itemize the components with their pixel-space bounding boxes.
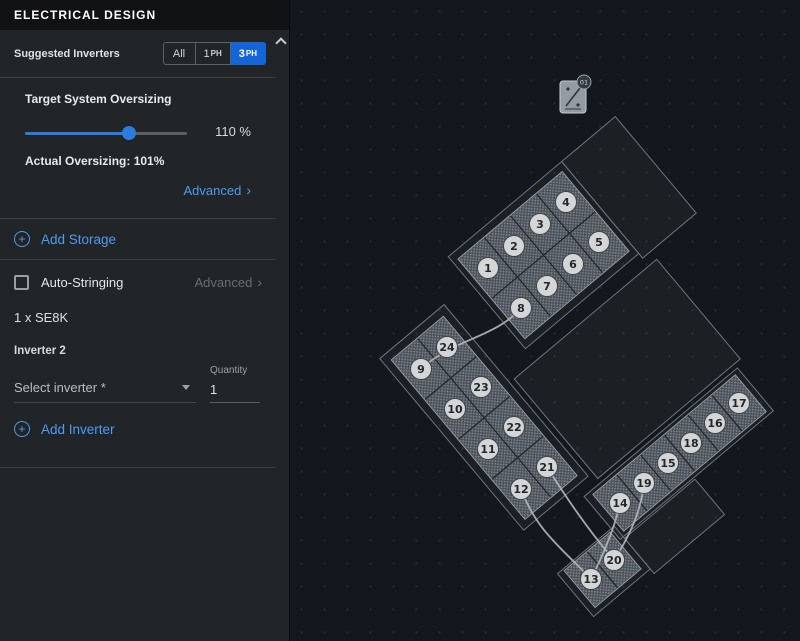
svg-text:15: 15: [660, 457, 675, 470]
panel-number-marker[interactable]: 12: [510, 478, 532, 500]
auto-stringing-checkbox[interactable]: [14, 274, 29, 290]
add-storage-button[interactable]: Add Storage: [0, 219, 276, 260]
panel-number-marker[interactable]: 17: [728, 392, 750, 414]
quantity-label: Quantity: [210, 365, 248, 376]
auto-stringing-label: Auto-Stringing: [41, 274, 124, 290]
oversizing-section: Target System Oversizing 110 % Actual Ov…: [0, 78, 276, 219]
panel-number-marker[interactable]: 24: [436, 336, 458, 358]
oversizing-slider: 110 %: [25, 122, 251, 144]
svg-text:2: 2: [510, 240, 518, 253]
svg-text:5: 5: [595, 236, 603, 249]
svg-text:23: 23: [473, 381, 488, 394]
plus-circle-icon: [14, 231, 30, 247]
inverter-icon[interactable]: 01: [559, 74, 592, 114]
slider-fill: [25, 132, 129, 135]
filter-3ph-button[interactable]: 3 PH: [230, 42, 266, 65]
panel-number-marker[interactable]: 8: [510, 297, 532, 319]
panel-number-marker[interactable]: 23: [470, 376, 492, 398]
svg-text:6: 6: [569, 258, 577, 271]
phase-filter-segmented: All 1 PH 3 PH: [162, 42, 266, 65]
panel-title: ELECTRICAL DESIGN: [14, 8, 157, 22]
add-inverter-label: Add Inverter: [41, 421, 115, 437]
svg-text:7: 7: [543, 280, 551, 293]
quantity-input[interactable]: [210, 380, 260, 403]
panel-number-marker[interactable]: 18: [680, 432, 702, 454]
inverter-badge: 01: [576, 74, 592, 90]
panel-number-marker[interactable]: 2: [503, 235, 525, 257]
electrical-design-panel: ELECTRICAL DESIGN Suggested Inverters Al…: [0, 0, 290, 641]
panel-number-marker[interactable]: 7: [536, 275, 558, 297]
select-inverter-placeholder: Select inverter *: [14, 380, 106, 395]
svg-text:19: 19: [636, 477, 651, 490]
svg-text:3: 3: [536, 218, 544, 231]
suggested-inverters-label: Suggested Inverters: [14, 47, 120, 60]
scroll-up-icon[interactable]: [275, 37, 287, 49]
svg-text:20: 20: [606, 554, 622, 567]
panel-number-marker[interactable]: 9: [410, 358, 432, 380]
panel-number-marker[interactable]: 3: [529, 213, 551, 235]
plus-circle-icon: [14, 421, 30, 437]
oversizing-value: 110 %: [215, 124, 251, 139]
suggested-inverters-row: Suggested Inverters All 1 PH 3 PH: [0, 30, 276, 78]
panel-number-marker[interactable]: 11: [477, 438, 499, 460]
target-oversizing-label: Target System Oversizing: [25, 92, 172, 106]
stringing-section: Auto-Stringing Advanced 1 x SE8K Inverte…: [0, 260, 276, 468]
svg-text:9: 9: [417, 363, 425, 376]
svg-text:21: 21: [539, 461, 554, 474]
svg-text:11: 11: [480, 443, 495, 456]
add-storage-label: Add Storage: [41, 231, 117, 247]
svg-text:24: 24: [439, 341, 455, 354]
panel-number-marker[interactable]: 6: [562, 253, 584, 275]
electrical-design-app: ELECTRICAL DESIGN Suggested Inverters Al…: [0, 0, 800, 641]
actual-oversizing-label: Actual Oversizing: 101%: [25, 154, 165, 168]
dropdown-caret-icon: [182, 385, 190, 390]
svg-text:10: 10: [447, 403, 463, 416]
panel-number-marker[interactable]: 14: [609, 492, 631, 514]
panel-number-marker[interactable]: 21: [536, 456, 558, 478]
oversizing-advanced-link[interactable]: Advanced: [184, 183, 252, 198]
panel-number-marker[interactable]: 4: [555, 191, 577, 213]
design-canvas[interactable]: 01 1 2 3 4 5 6 7 8 9 10 11 12 13 14 15 16 17 18 19 20 21 22 23 2…: [290, 0, 800, 641]
svg-text:17: 17: [731, 397, 746, 410]
panel-number-marker[interactable]: 16: [704, 412, 726, 434]
svg-text:4: 4: [562, 196, 570, 209]
panel-number-marker[interactable]: 1: [477, 257, 499, 279]
panel-number-marker[interactable]: 19: [633, 472, 655, 494]
panel-number-marker[interactable]: 20: [603, 549, 625, 571]
select-inverter-dropdown[interactable]: Select inverter *: [14, 380, 196, 403]
svg-text:8: 8: [517, 302, 525, 315]
svg-text:14: 14: [612, 497, 628, 510]
slider-track[interactable]: [25, 126, 187, 140]
panel-header: ELECTRICAL DESIGN: [0, 0, 289, 30]
filter-1ph-button[interactable]: 1 PH: [195, 42, 231, 65]
stringing-advanced-link[interactable]: Advanced: [195, 274, 263, 290]
inverter-2-heading: Inverter 2: [14, 345, 66, 357]
svg-text:18: 18: [683, 437, 698, 450]
panel-number-marker[interactable]: 22: [503, 416, 525, 438]
add-inverter-button[interactable]: Add Inverter: [14, 407, 262, 453]
panel-number-marker[interactable]: 15: [657, 452, 679, 474]
panel-number-marker[interactable]: 5: [588, 231, 610, 253]
slider-handle[interactable]: [121, 126, 136, 140]
panel-number-marker[interactable]: 10: [444, 398, 466, 420]
svg-text:16: 16: [707, 417, 723, 430]
svg-text:12: 12: [513, 483, 528, 496]
svg-text:01: 01: [580, 78, 588, 86]
svg-text:22: 22: [506, 421, 521, 434]
filter-all-button[interactable]: All: [162, 42, 196, 65]
svg-text:1: 1: [484, 262, 492, 275]
svg-text:13: 13: [583, 573, 598, 586]
panel-number-marker[interactable]: 13: [580, 568, 602, 590]
inverter-summary: 1 x SE8K: [14, 310, 69, 325]
